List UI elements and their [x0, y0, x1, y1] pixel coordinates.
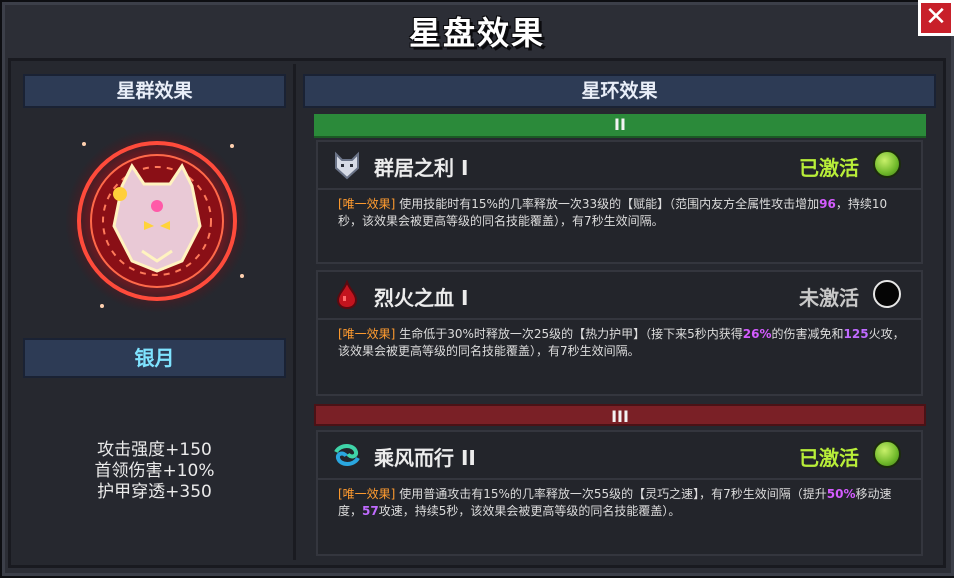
stat-armor-penetration: 护甲穿透+350	[97, 482, 212, 502]
card-header: 烈火之血 I 未激活	[318, 272, 921, 318]
effect-description: [唯一效果] 使用技能时有15%的几率释放一次33级的【赋能】（范围内友方全属性…	[338, 196, 908, 230]
active-orb-icon	[873, 150, 901, 178]
desc-value: 125	[843, 327, 869, 341]
close-icon: ✕	[925, 2, 947, 32]
inactive-orb-icon	[873, 280, 901, 308]
card-divider	[318, 188, 921, 190]
constellation-stats: 攻击强度+150 首领伤害+10% 护甲穿透+350	[23, 440, 286, 503]
constellation-name: 银月	[23, 338, 286, 378]
unique-effect-tag: [唯一效果]	[338, 487, 396, 501]
unique-effect-tag: [唯一效果]	[338, 197, 396, 211]
blood-drop-icon	[336, 280, 358, 310]
desc-value: 96	[819, 197, 836, 211]
desc-text: 使用普通攻击有15%的几率释放一次55级的【灵巧之速】，有7秒生效间隔（提升	[395, 487, 827, 501]
wind-swirl-icon	[334, 444, 360, 466]
window-title: 星盘效果	[408, 14, 545, 52]
tier-3-label: III	[611, 407, 629, 426]
effect-card-ride-the-wind[interactable]: 乘风而行 II 已激活 [唯一效果] 使用普通攻击有15%的几率释放一次55级的…	[316, 430, 923, 556]
effect-title: 乘风而行 II	[374, 446, 476, 470]
desc-text: 攻速，持续5秒，该效果会被更高等级的同名技能覆盖）。	[378, 504, 681, 518]
close-button[interactable]: ✕	[918, 0, 954, 36]
tier-2-label: II	[614, 115, 626, 134]
unique-effect-tag: [唯一效果]	[338, 327, 396, 341]
ring-effects-header: 星环效果	[303, 74, 936, 108]
card-divider	[318, 478, 921, 480]
desc-text: 的伤害减免和	[771, 327, 844, 341]
effect-description: [唯一效果] 使用普通攻击有15%的几率释放一次55级的【灵巧之速】，有7秒生效…	[338, 486, 908, 520]
card-header: 乘风而行 II 已激活	[318, 432, 921, 478]
effect-card-blazing-blood[interactable]: 烈火之血 I 未激活 [唯一效果] 生命低于30%时释放一次25级的【热力护甲】…	[316, 270, 923, 396]
stat-attack-power: 攻击强度+150	[97, 440, 212, 460]
effect-status: 已激活	[799, 446, 859, 470]
effect-title: 群居之利 I	[374, 156, 469, 180]
tier-2-bar: II	[314, 114, 926, 138]
card-divider	[318, 318, 921, 320]
tier-3-bar: III	[314, 404, 926, 426]
desc-value: 57	[362, 504, 379, 518]
effect-status: 已激活	[799, 156, 859, 180]
effect-status: 未激活	[799, 286, 859, 310]
effect-card-pack-advantage[interactable]: 群居之利 I 已激活 [唯一效果] 使用技能时有15%的几率释放一次33级的【赋…	[316, 140, 923, 264]
column-divider	[293, 64, 296, 560]
active-orb-icon	[873, 440, 901, 468]
desc-text: 使用技能时有15%的几率释放一次33级的【赋能】（范围内友方全属性攻击增加	[395, 197, 820, 211]
effect-title: 烈火之血 I	[374, 286, 469, 310]
desc-value: 50%	[826, 487, 856, 501]
silver-moon-constellation-emblem	[65, 129, 249, 313]
stat-boss-damage: 首领伤害+10%	[94, 461, 215, 481]
wolf-icon	[335, 151, 359, 180]
desc-text: 生命低于30%时释放一次25级的【热力护甲】（接下来5秒内获得	[395, 327, 743, 341]
desc-value: 26%	[742, 327, 772, 341]
card-header: 群居之利 I 已激活	[318, 142, 921, 188]
constellation-effects-header: 星群效果	[23, 74, 286, 108]
effect-description: [唯一效果] 生命低于30%时释放一次25级的【热力护甲】（接下来5秒内获得26…	[338, 326, 908, 360]
